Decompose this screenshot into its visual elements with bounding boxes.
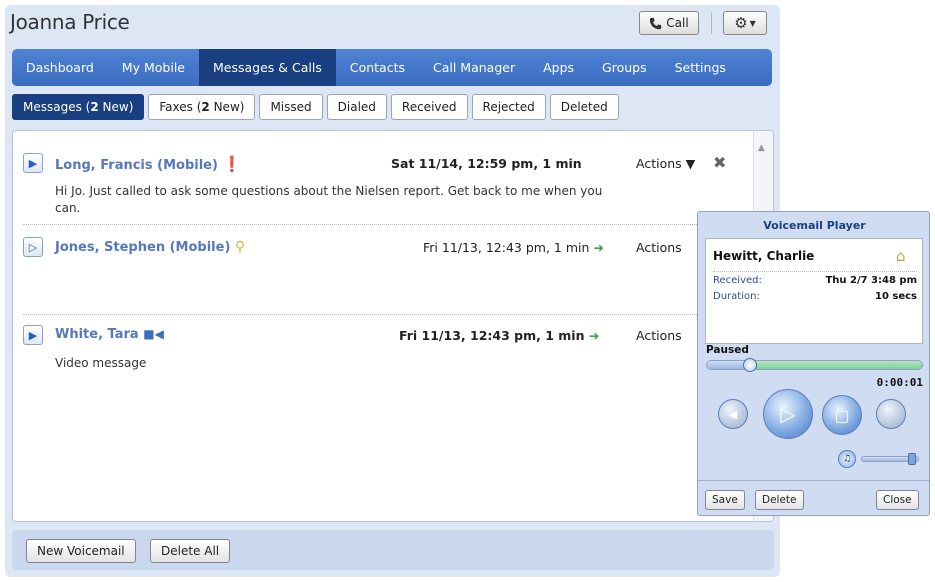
tab-missed[interactable]: Missed <box>259 94 323 120</box>
play-icon[interactable]: ▶ <box>23 325 43 345</box>
scroll-up-icon[interactable]: ▲ <box>758 143 765 153</box>
divider <box>23 224 743 225</box>
footer-toolbar: New Voicemail Delete All <box>12 530 774 570</box>
caller-name-text: Long, Francis (Mobile) <box>55 158 218 173</box>
nav-item-contacts[interactable]: Contacts <box>336 49 419 86</box>
phone-icon <box>650 17 662 29</box>
call-button[interactable]: Call <box>639 11 699 35</box>
duration-row: Duration: 10 secs <box>713 291 917 302</box>
received-label: Received: <box>713 275 762 286</box>
volume-slider[interactable] <box>861 453 919 465</box>
volume-icon[interactable]: ♫ <box>838 450 856 468</box>
actions-label: Actions <box>636 156 682 171</box>
save-button[interactable]: Save <box>705 490 745 510</box>
playback-status: Paused <box>706 344 749 356</box>
message-date-text: Fri 11/13, 12:43 pm, 1 min <box>399 328 585 343</box>
home-icon: ⌂ <box>896 247 906 265</box>
tab-received[interactable]: Received <box>390 94 468 120</box>
page-title: Joanna Price <box>10 10 130 34</box>
close-button[interactable]: Close <box>876 490 919 510</box>
player-title: Voicemail Player <box>763 219 866 232</box>
play-button[interactable]: ▷ <box>763 389 813 439</box>
settings-menu-button[interactable]: ⚙ ▼ <box>723 11 767 35</box>
forward-icon: ➜ <box>593 240 604 255</box>
divider <box>713 271 917 272</box>
header-separator <box>711 12 712 34</box>
duration-value: 10 secs <box>874 291 917 302</box>
message-date-text: Fri 11/13, 12:43 pm, 1 min <box>423 240 590 255</box>
tab-faxes[interactable]: Faxes (2 New) <box>148 94 256 120</box>
actions-menu[interactable]: Actions ▼ <box>636 156 695 171</box>
tab-rejected[interactable]: Rejected <box>471 94 546 120</box>
new-voicemail-button[interactable]: New Voicemail <box>26 539 136 563</box>
message-date: Sat 11/14, 12:59 pm, 1 min <box>391 156 582 171</box>
tab-dialed[interactable]: Dialed <box>326 94 387 120</box>
message-body: Hi Jo. Just called to ask some questions… <box>55 184 603 215</box>
caller-name[interactable]: Long, Francis (Mobile) ❗ <box>55 155 241 173</box>
progress-handle[interactable] <box>743 358 757 372</box>
video-icon: ■◀ <box>143 327 164 341</box>
stop-button[interactable]: ▢ <box>822 395 862 435</box>
duration-label: Duration: <box>713 291 760 302</box>
play-icon[interactable]: ▶ <box>23 153 43 173</box>
delete-button[interactable]: Delete <box>755 490 804 510</box>
close-icon[interactable]: ✖ <box>713 153 726 172</box>
nav-item-groups[interactable]: Groups <box>588 49 661 86</box>
tab-messages-count: 2 <box>90 100 99 114</box>
nav-item-messages-calls[interactable]: Messages & Calls <box>199 49 336 86</box>
tab-faxes-prefix: Faxes ( <box>159 100 202 114</box>
tab-messages[interactable]: Messages (2 New) <box>12 94 145 120</box>
rewind-button[interactable]: ◀ <box>718 399 748 429</box>
caller-name: Hewitt, Charlie <box>713 249 815 263</box>
tab-faxes-suffix: New) <box>209 100 245 114</box>
caller-name[interactable]: White, Tara ■◀ <box>55 327 164 342</box>
actions-menu[interactable]: Actions <box>636 240 682 255</box>
key-icon: ⚲ <box>234 239 246 255</box>
message-date: Fri 11/13, 12:43 pm, 1 min ➜ <box>423 240 604 255</box>
caller-card: Hewitt, Charlie ⌂ Received: Thu 2/7 3:48… <box>705 238 923 344</box>
stop-icon: ▢ <box>834 405 850 425</box>
caller-name-text: Jones, Stephen (Mobile) <box>55 240 231 255</box>
play-icon: ▷ <box>780 402 796 426</box>
message-date: Fri 11/13, 12:43 pm, 1 min ➜ <box>399 328 599 343</box>
actions-label: Actions <box>636 328 682 343</box>
actions-label: Actions <box>636 240 682 255</box>
message-list: ▶ Long, Francis (Mobile) ❗ Sat 11/14, 12… <box>12 130 774 522</box>
nav-item-settings[interactable]: Settings <box>661 49 740 86</box>
progress-bar[interactable] <box>706 358 923 372</box>
gear-icon: ⚙ <box>734 14 748 32</box>
volume-handle[interactable] <box>908 453 916 465</box>
urgent-icon: ❗ <box>222 155 242 173</box>
message-body: Video message <box>55 356 147 370</box>
voicemail-player: Voicemail Player Hewitt, Charlie ⌂ Recei… <box>697 211 930 516</box>
received-value: Thu 2/7 3:48 pm <box>825 275 917 286</box>
tab-deleted[interactable]: Deleted <box>549 94 619 120</box>
record-button[interactable] <box>876 399 906 429</box>
elapsed-time: 0:00:01 <box>876 376 923 389</box>
divider <box>23 314 743 315</box>
sub-tabs: Messages (2 New) Faxes (2 New) Missed Di… <box>12 94 619 120</box>
chevron-down-icon: ▼ <box>685 156 696 171</box>
tab-messages-suffix: New) <box>98 100 134 114</box>
forward-icon: ➜ <box>588 328 600 343</box>
call-button-label: Call <box>666 16 689 30</box>
actions-menu[interactable]: Actions <box>636 328 682 343</box>
main-nav: Dashboard My Mobile Messages & Calls Con… <box>12 49 772 86</box>
rewind-icon: ◀ <box>728 407 738 421</box>
nav-item-apps[interactable]: Apps <box>529 49 588 86</box>
divider <box>698 480 929 481</box>
nav-item-my-mobile[interactable]: My Mobile <box>108 49 199 86</box>
chevron-down-icon: ▼ <box>749 18 756 28</box>
nav-item-dashboard[interactable]: Dashboard <box>12 49 108 86</box>
tab-messages-prefix: Messages ( <box>23 100 91 114</box>
tab-faxes-count: 2 <box>201 100 210 114</box>
play-icon[interactable]: ▷ <box>23 237 43 257</box>
nav-item-call-manager[interactable]: Call Manager <box>419 49 529 86</box>
caller-name-text: White, Tara <box>55 327 139 342</box>
caller-name[interactable]: Jones, Stephen (Mobile) ⚲ <box>55 239 245 255</box>
delete-all-button[interactable]: Delete All <box>150 539 231 563</box>
received-row: Received: Thu 2/7 3:48 pm <box>713 275 917 286</box>
